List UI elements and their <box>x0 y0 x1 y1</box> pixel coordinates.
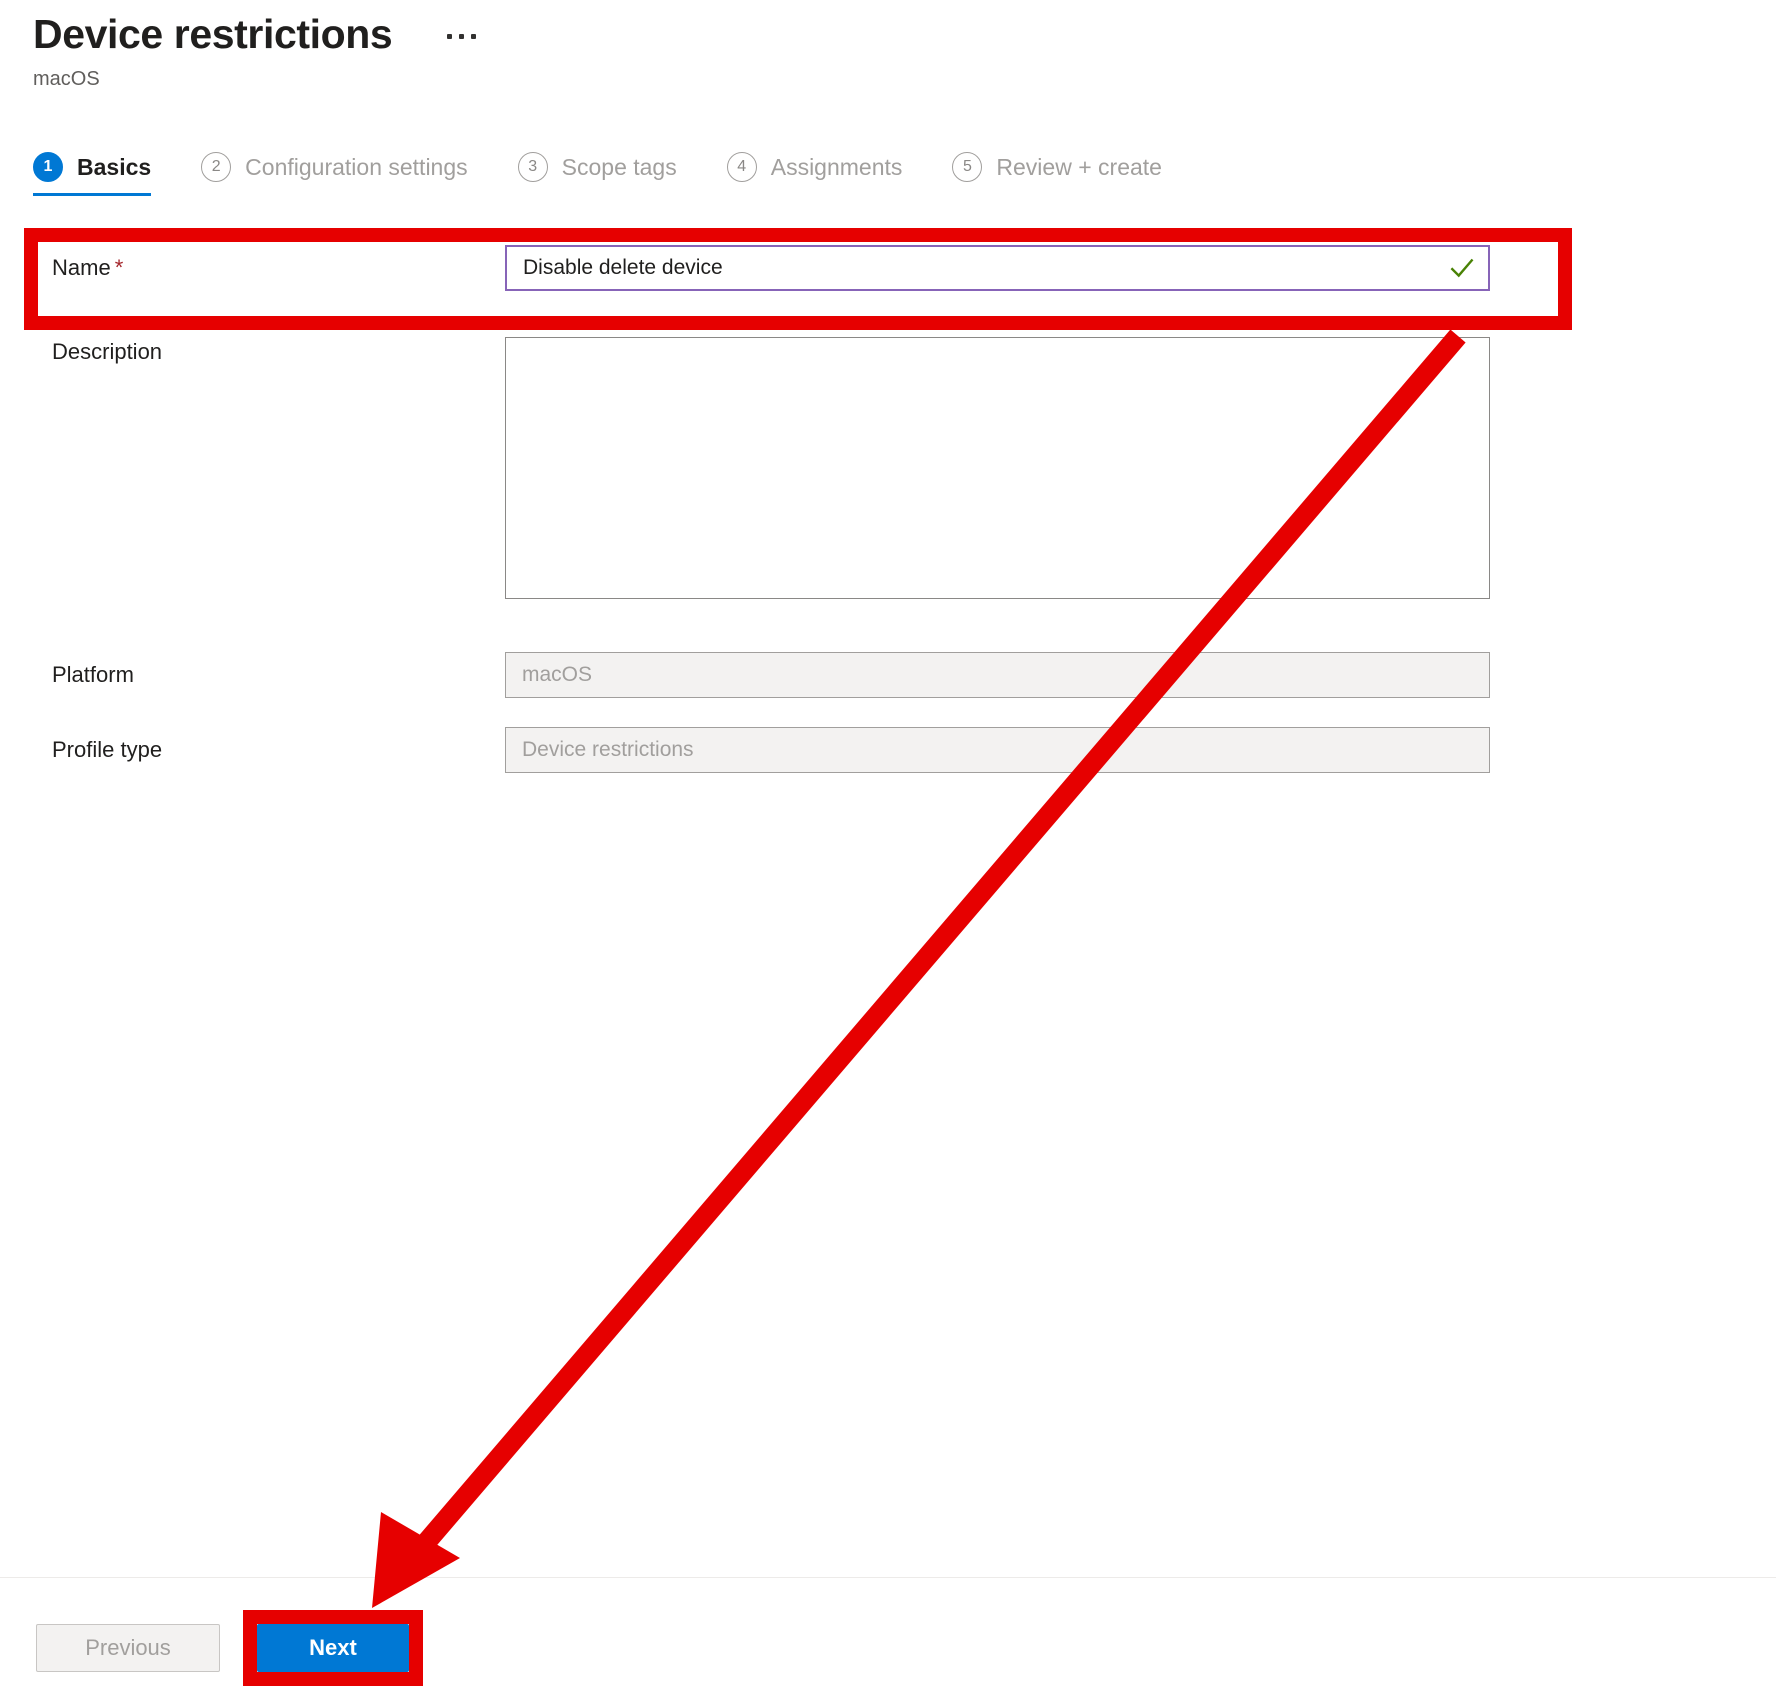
more-options-icon[interactable] <box>447 24 477 48</box>
platform-field-wrapper <box>505 652 1490 698</box>
profile-type-label: Profile type <box>52 737 163 762</box>
tab-assignments-label: Assignments <box>770 154 903 180</box>
platform-input <box>505 652 1490 698</box>
name-row: Name * <box>0 245 1776 291</box>
tab-configuration-settings-label: Configuration settings <box>245 154 468 180</box>
basics-form: Name* Description Platform Profile type <box>0 245 1776 773</box>
description-label: Description <box>52 339 163 364</box>
wizard-tabs: 1 Basics 2 Configuration settings 3 Scop… <box>33 152 1212 196</box>
description-row: Description <box>0 337 1776 604</box>
ellipsis-dot-3 <box>471 33 477 39</box>
tab-basics-number: 1 <box>33 152 63 182</box>
profile-type-row: Profile type <box>0 727 1776 773</box>
previous-button[interactable]: Previous <box>36 1624 220 1672</box>
platform-label: Platform <box>52 662 134 687</box>
tab-scope-tags-number: 3 <box>517 152 548 182</box>
profile-type-field-wrapper <box>505 727 1490 773</box>
ellipsis-dot-2 <box>459 33 465 39</box>
tab-review-create-label: Review + create <box>996 154 1162 180</box>
tab-review-create[interactable]: 5 Review + create <box>952 152 1162 196</box>
tab-configuration-settings[interactable]: 2 Configuration settings <box>201 152 468 196</box>
page-header: Device restrictions macOS <box>33 8 477 92</box>
required-asterisk: * <box>114 255 124 280</box>
tab-scope-tags[interactable]: 3 Scope tags <box>517 152 677 196</box>
description-textarea[interactable] <box>505 337 1490 599</box>
platform-row: Platform <box>0 652 1776 698</box>
ellipsis-dot-1 <box>447 33 453 39</box>
description-field-wrapper <box>505 337 1490 604</box>
page-title: Device restrictions <box>33 11 393 57</box>
name-label-text: Name <box>52 255 111 280</box>
tab-review-create-number: 5 <box>952 152 983 182</box>
tab-configuration-settings-number: 2 <box>201 152 232 182</box>
name-label: Name * <box>0 245 505 283</box>
footer-divider <box>0 1577 1776 1578</box>
next-button-highlight-wrapper: Next <box>243 1610 423 1686</box>
tab-assignments[interactable]: 4 Assignments <box>726 152 903 196</box>
next-button[interactable]: Next <box>257 1624 409 1672</box>
profile-type-input <box>505 727 1490 773</box>
tab-assignments-number: 4 <box>726 152 757 182</box>
tab-scope-tags-label: Scope tags <box>561 154 677 180</box>
tab-basics-label: Basics <box>77 154 152 180</box>
name-input[interactable] <box>505 245 1490 291</box>
page-subtitle: macOS <box>33 68 100 90</box>
wizard-footer: Previous Next <box>0 1610 1776 1686</box>
tab-basics[interactable]: 1 Basics <box>33 152 152 196</box>
name-field-wrapper <box>505 245 1490 291</box>
device-restrictions-wizard-page: Device restrictions macOS 1 Basics 2 Con… <box>0 0 1776 1698</box>
title-row: Device restrictions <box>33 8 477 60</box>
